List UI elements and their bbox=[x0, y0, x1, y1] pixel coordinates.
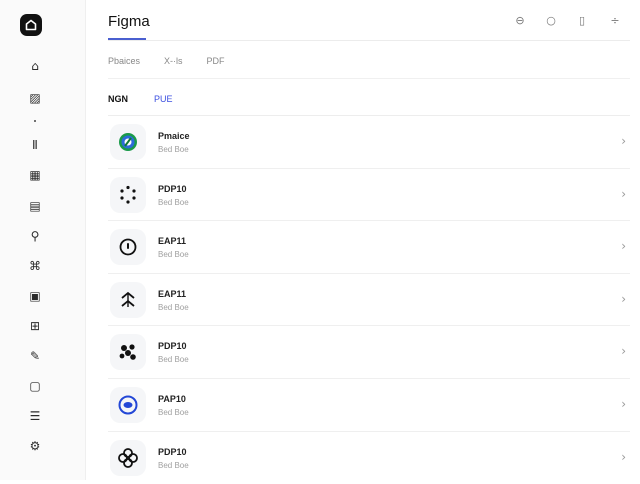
chevron-right-icon: › bbox=[621, 239, 626, 254]
chevron-right-icon: › bbox=[621, 396, 626, 411]
filter-tab-ngn[interactable]: NGN bbox=[108, 94, 128, 104]
item-subtitle: Bed Boe bbox=[158, 145, 189, 154]
circle-icon[interactable]: ○ bbox=[544, 14, 558, 28]
blue-circle-icon bbox=[110, 386, 146, 423]
item-subtitle: Bed Boe bbox=[158, 250, 189, 260]
item-name: EAP11 bbox=[158, 236, 187, 247]
item-name: Pmaice bbox=[158, 131, 190, 141]
separator-dot bbox=[34, 120, 36, 122]
item-name: PAP10 bbox=[158, 393, 186, 404]
image-icon[interactable]: ▨ bbox=[26, 90, 44, 106]
sidebar: ⌂ ▨ Ⅱ ▦ ▤ ⚲ ⌘ ▣ ⊞ ✎ ▢ ☰ ⚙ bbox=[0, 0, 86, 480]
item-subtitle: Bed Boe bbox=[158, 355, 189, 365]
stack-icon[interactable]: ☰ bbox=[26, 408, 44, 424]
grid-icon[interactable]: ▦ bbox=[26, 167, 44, 183]
tag-icon[interactable]: ⊞ bbox=[26, 318, 44, 334]
chevrons-icon bbox=[110, 281, 146, 318]
item-list: Pmaice Bed Boe › PDP10 Bed Boe › EAP11 B… bbox=[108, 116, 630, 484]
list-item[interactable]: Pmaice Bed Boe › bbox=[108, 116, 630, 169]
divide-icon[interactable]: ÷ bbox=[608, 14, 622, 28]
ring-icon bbox=[110, 229, 146, 266]
person-icon[interactable]: ⚲ bbox=[26, 228, 44, 244]
subtabs-divider bbox=[108, 78, 630, 79]
settings-icon[interactable]: ⚙ bbox=[26, 438, 44, 454]
subtab-x-ls[interactable]: X-·ls bbox=[164, 56, 183, 66]
app-logo-icon[interactable] bbox=[20, 14, 42, 36]
item-subtitle: Bed Boe bbox=[158, 197, 189, 207]
flower-icon bbox=[110, 439, 146, 476]
list-item[interactable]: PDP10 Bed Boe › bbox=[108, 432, 630, 484]
page-title: Figma bbox=[108, 13, 150, 30]
item-subtitle: Bed Boe bbox=[158, 407, 189, 417]
list-item[interactable]: PAP10 Bed Boe › bbox=[108, 379, 630, 432]
chevron-right-icon: › bbox=[621, 134, 626, 148]
chevron-right-icon: › bbox=[621, 449, 626, 464]
link-icon[interactable]: ⌘ bbox=[26, 258, 44, 274]
list-item[interactable]: PDP10 Bed Boe › bbox=[108, 326, 630, 379]
frame-icon[interactable]: ▣ bbox=[26, 288, 44, 304]
layers-icon[interactable]: ▤ bbox=[26, 198, 44, 214]
list-item[interactable]: EAP11 Bed Boe › bbox=[108, 221, 630, 274]
cluster-icon bbox=[110, 334, 146, 371]
item-name: PDP10 bbox=[158, 183, 187, 194]
pen-icon[interactable]: ✎ bbox=[26, 348, 44, 364]
item-subtitle: Bed Boe bbox=[158, 460, 189, 470]
list-item[interactable]: EAP11 Bed Boe › bbox=[108, 274, 630, 327]
subtab-pbaices[interactable]: Pbaices bbox=[108, 56, 140, 66]
chevron-right-icon: › bbox=[621, 344, 626, 359]
subtab-pdf[interactable]: PDF bbox=[207, 56, 225, 66]
item-subtitle: Bed Boe bbox=[158, 302, 189, 312]
filter-tabs: NGN PUE bbox=[108, 94, 199, 104]
battery-icon[interactable]: ▯ bbox=[575, 14, 589, 28]
list-item[interactable]: PDP10 Bed Boe › bbox=[108, 169, 630, 222]
minus-circle-icon[interactable]: ⊖ bbox=[513, 14, 527, 28]
bar-icon[interactable]: Ⅱ bbox=[26, 137, 44, 153]
item-name: EAP11 bbox=[158, 288, 187, 299]
subtabs: Pbaices X-·ls PDF bbox=[108, 56, 249, 66]
chevron-right-icon: › bbox=[621, 186, 626, 201]
main-panel: Figma ⊖ ○ ▯ ÷ Pbaices X-·ls PDF NGN PUE … bbox=[86, 0, 640, 480]
dots-ring-icon bbox=[110, 176, 146, 213]
box-icon[interactable]: ▢ bbox=[26, 378, 44, 394]
item-name: PDP10 bbox=[158, 446, 187, 457]
header-divider bbox=[108, 40, 630, 41]
home-icon[interactable]: ⌂ bbox=[26, 58, 44, 74]
green-logo-icon bbox=[110, 124, 146, 160]
filter-tab-pue[interactable]: PUE bbox=[154, 94, 173, 104]
item-name: PDP10 bbox=[158, 341, 187, 352]
chevron-right-icon: › bbox=[621, 291, 626, 306]
